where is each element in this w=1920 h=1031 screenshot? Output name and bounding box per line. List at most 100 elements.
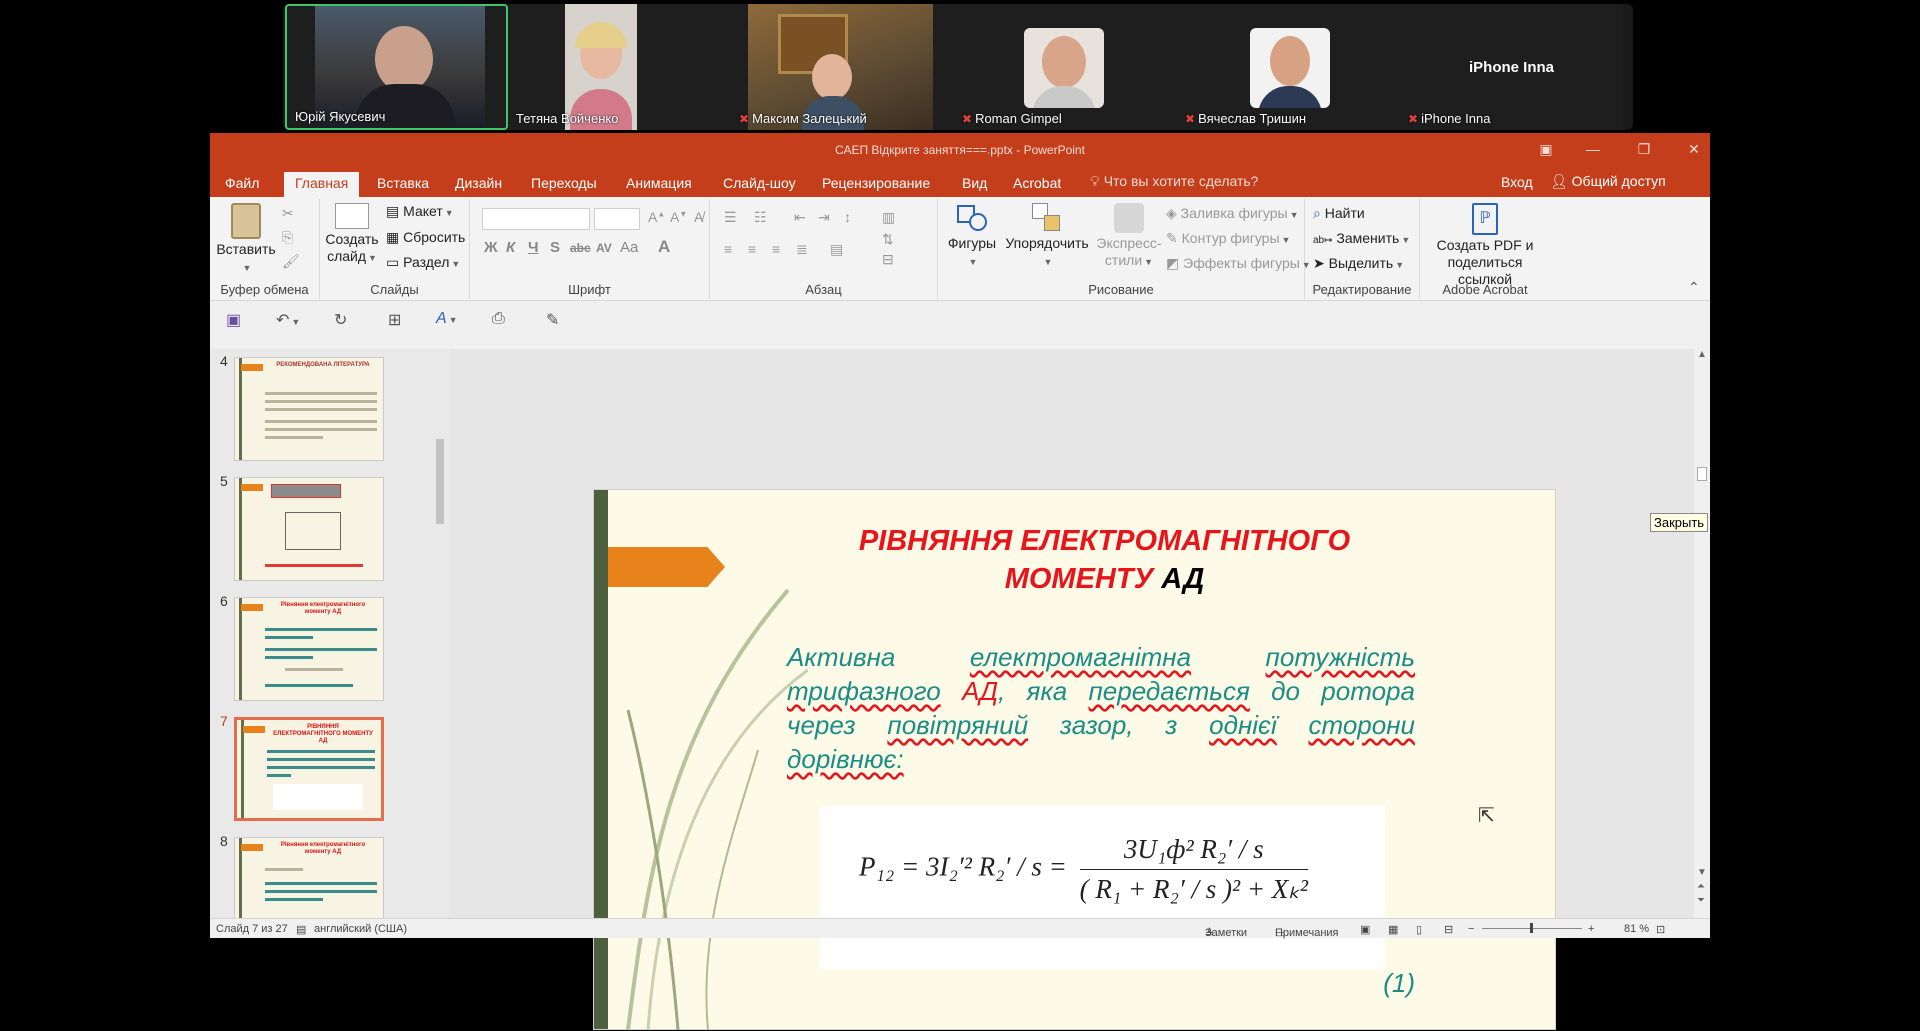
- numbering-icon[interactable]: ☷: [754, 209, 767, 226]
- start-slideshow-icon[interactable]: ⊞: [388, 310, 401, 330]
- layout-button[interactable]: ▤ Макет ▼: [386, 203, 454, 220]
- shape-fill-button[interactable]: ◈ Заливка фигуры ▼: [1166, 205, 1299, 222]
- char-spacing-icon[interactable]: AV: [596, 241, 612, 255]
- slide-body-text[interactable]: Активна електромагнітна потужність трифа…: [787, 640, 1415, 776]
- tab-design[interactable]: Дизайн: [444, 172, 513, 197]
- shape-outline-button[interactable]: ✎ Контур фигуры ▼: [1166, 230, 1290, 247]
- text-style-icon[interactable]: A ▼: [436, 310, 458, 328]
- collapse-ribbon-icon[interactable]: ⌃: [1688, 279, 1700, 296]
- new-slide-button[interactable]: Создать слайд ▼: [324, 203, 380, 267]
- restore-button[interactable]: ❐: [1630, 137, 1658, 161]
- minimize-button[interactable]: —: [1579, 137, 1607, 161]
- formula-image[interactable]: P₁₂ = 3I₂′² R₂′ / s = 3U₁ф² R₂′ / s ( R₁…: [819, 806, 1385, 969]
- find-button[interactable]: ⌕ Найти: [1313, 205, 1365, 222]
- ribbon-display-options-icon[interactable]: ▣: [1532, 137, 1560, 161]
- slide-editor-canvas[interactable]: РІВНЯННЯ ЕЛЕКТРОМАГНІТНОГО МОМЕНТУ АД Ак…: [450, 349, 1694, 1031]
- previous-slide-icon[interactable]: ⏶: [1697, 881, 1705, 892]
- grow-font-icon[interactable]: A▲: [648, 209, 665, 225]
- undo-icon[interactable]: ↶ ▼: [276, 310, 300, 330]
- tab-acrobat[interactable]: Acrobat: [1002, 172, 1072, 197]
- current-slide[interactable]: РІВНЯННЯ ЕЛЕКТРОМАГНІТНОГО МОМЕНТУ АД Ак…: [593, 489, 1556, 1031]
- tab-view[interactable]: Вид: [951, 172, 998, 197]
- share-button[interactable]: 👤︎ Общий доступ: [1542, 171, 1674, 192]
- slide-thumbnail[interactable]: [234, 477, 384, 581]
- tab-transitions[interactable]: Переходы: [520, 172, 608, 197]
- align-left-icon[interactable]: ≡: [724, 241, 732, 257]
- thumbnails-scrollbar[interactable]: [434, 349, 446, 918]
- font-color-button[interactable]: A: [658, 237, 670, 257]
- section-button[interactable]: ▭ Раздел ▼: [386, 254, 460, 271]
- scrollbar-thumb[interactable]: [1697, 467, 1707, 481]
- participant-tile[interactable]: ✖ Вячеслав Тришин: [1177, 4, 1400, 130]
- zoom-in-icon[interactable]: +: [1588, 923, 1594, 935]
- tell-me-search[interactable]: 💡︎ Что вы хотите сделать?: [1090, 173, 1258, 190]
- tab-slideshow[interactable]: Слайд-шоу: [712, 172, 807, 197]
- create-pdf-button[interactable]: ℙ Создать PDF и поделиться ссылкой: [1420, 203, 1550, 288]
- clear-formatting-icon[interactable]: A̸: [694, 209, 703, 225]
- slide-thumbnail-selected[interactable]: РІВНЯННЯ ЕЛЕКТРОМАГНІТНОГО МОМЕНТУ АД: [234, 717, 384, 821]
- columns-icon[interactable]: ▥: [882, 209, 895, 226]
- paste-button[interactable]: Вставить ▼: [216, 203, 276, 277]
- slideshow-view-icon[interactable]: ⊟: [1444, 923, 1453, 936]
- slide-sorter-icon[interactable]: ▦: [1388, 923, 1398, 936]
- decrease-indent-icon[interactable]: ⇤: [794, 209, 806, 226]
- format-painter-icon[interactable]: 🖌︎: [282, 253, 300, 270]
- align-right-icon[interactable]: ≡: [772, 241, 780, 257]
- select-button[interactable]: ➤ Выделить ▼: [1313, 255, 1404, 272]
- sign-in-link[interactable]: Вход: [1501, 174, 1533, 190]
- bold-button[interactable]: Ж: [484, 239, 498, 256]
- participant-tile[interactable]: ✖ Максим Залецький: [731, 4, 954, 130]
- shadow-button[interactable]: S: [550, 239, 560, 256]
- slide-thumbnail[interactable]: РЕКОМЕНДОВАНА ЛІТЕРАТУРА: [234, 357, 384, 461]
- shape-effects-button[interactable]: ◩ Эффекты фигуры ▼: [1166, 255, 1311, 272]
- copy-icon[interactable]: ⎘: [282, 229, 293, 246]
- participant-tile[interactable]: Юрій Якусевич: [285, 4, 508, 130]
- align-center-icon[interactable]: ≡: [748, 241, 756, 257]
- scroll-up-icon[interactable]: ▲: [1697, 349, 1707, 360]
- fit-slide-icon[interactable]: ⊡: [1656, 923, 1665, 936]
- zoom-slider-thumb[interactable]: [1530, 923, 1533, 933]
- slide-title[interactable]: РІВНЯННЯ ЕЛЕКТРОМАГНІТНОГО МОМЕНТУ АД: [774, 522, 1435, 598]
- participant-tile[interactable]: ✖ Roman Gimpel: [954, 4, 1177, 130]
- align-text-icon[interactable]: ⊟: [882, 251, 894, 268]
- tab-home[interactable]: Главная: [284, 172, 360, 197]
- shapes-button[interactable]: Фигуры ▼: [944, 203, 1000, 271]
- tab-file[interactable]: Файл: [214, 172, 270, 197]
- increase-indent-icon[interactable]: ⇥: [818, 209, 830, 226]
- language-indicator[interactable]: английский (США): [314, 923, 407, 935]
- slide-thumbnail[interactable]: Рівняння електромагнітного моменту АД: [234, 597, 384, 701]
- save-icon[interactable]: ▣: [226, 310, 241, 330]
- line-spacing-icon[interactable]: ↕: [844, 209, 851, 225]
- reset-button[interactable]: ▦ Сбросить: [386, 229, 465, 246]
- next-slide-icon[interactable]: ⏷: [1697, 895, 1705, 906]
- scroll-down-icon[interactable]: ▼: [1697, 867, 1707, 878]
- participant-tile[interactable]: iPhone Inna ✖ iPhone Inna: [1400, 4, 1623, 130]
- tab-animations[interactable]: Анимация: [615, 172, 703, 197]
- change-case-button[interactable]: Aa: [620, 239, 638, 256]
- font-size-input[interactable]: [594, 208, 640, 230]
- tab-insert[interactable]: Вставка: [366, 172, 440, 197]
- font-name-input[interactable]: [482, 208, 590, 230]
- shrink-font-icon[interactable]: A▼: [670, 209, 687, 225]
- normal-view-icon[interactable]: ▣: [1360, 923, 1370, 936]
- zoom-out-icon[interactable]: −: [1468, 923, 1474, 935]
- columns-dropdown-icon[interactable]: ▤: [830, 241, 843, 258]
- close-button[interactable]: ✕: [1680, 137, 1708, 161]
- cut-icon[interactable]: ✂: [282, 205, 294, 222]
- bullets-icon[interactable]: ☰: [724, 209, 737, 226]
- arrange-button[interactable]: Упорядочить ▼: [1002, 203, 1092, 271]
- replace-button[interactable]: ab↦ Заменить ▼: [1313, 230, 1410, 246]
- spellcheck-icon[interactable]: ▤: [296, 923, 306, 936]
- redo-icon[interactable]: ↻: [334, 310, 347, 330]
- reading-view-icon[interactable]: ▯: [1416, 923, 1422, 936]
- participant-tile[interactable]: Тетяна Войченко: [508, 4, 731, 130]
- screenshot-icon[interactable]: ⎙: [492, 310, 505, 328]
- italic-button[interactable]: К: [506, 239, 515, 256]
- slide-thumbnail[interactable]: Рівняння електромагнітного моменту АД: [234, 837, 384, 918]
- zoom-level[interactable]: 81 %: [1624, 923, 1649, 935]
- justify-icon[interactable]: ≣: [796, 241, 808, 258]
- quick-styles-button[interactable]: Экспресс-стили ▼: [1094, 203, 1164, 271]
- strikethrough-button[interactable]: abc: [570, 241, 591, 255]
- slide-vertical-scrollbar[interactable]: ▲ ▼ ⏶ ⏷: [1694, 349, 1710, 918]
- scrollbar-thumb[interactable]: [436, 439, 444, 524]
